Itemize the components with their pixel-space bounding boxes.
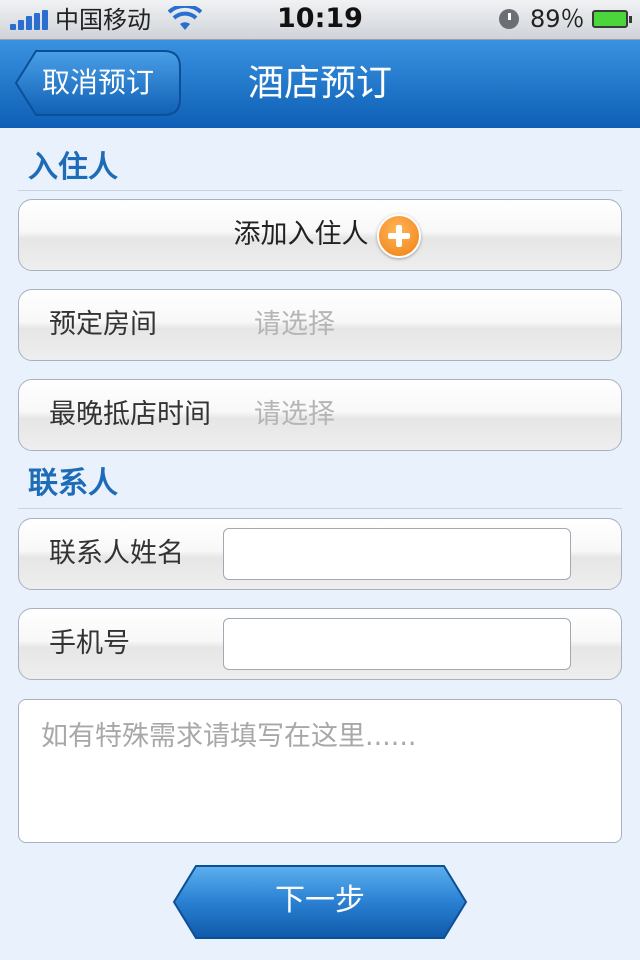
next-step-button[interactable]: 下一步	[172, 864, 468, 940]
status-bar: 中国移动 10:19 89％	[0, 0, 640, 40]
phone-row: 手机号	[18, 608, 622, 680]
clock-icon	[499, 9, 519, 29]
battery-percent: 89％	[530, 5, 585, 33]
arrival-time-select-row[interactable]: 最晚抵店时间 请选择	[18, 379, 622, 451]
nav-bar: 取消预订 酒店预订	[0, 40, 640, 128]
next-step-label: 下一步	[275, 883, 365, 918]
section-heading-contact: 联系人	[28, 466, 118, 501]
contact-name-input[interactable]	[223, 528, 571, 580]
page-title: 酒店预订	[247, 63, 392, 104]
room-label: 预定房间	[49, 309, 157, 340]
phone-input[interactable]	[223, 618, 571, 670]
special-requests-textarea[interactable]	[18, 699, 622, 843]
section-divider	[18, 508, 622, 509]
phone-label: 手机号	[49, 628, 130, 659]
room-select-row[interactable]: 预定房间 请选择	[18, 289, 622, 361]
contact-name-row: 联系人姓名	[18, 518, 622, 590]
arrival-time-label: 最晚抵店时间	[49, 399, 211, 430]
contact-name-label: 联系人姓名	[49, 538, 184, 569]
arrival-time-placeholder: 请选择	[254, 399, 335, 430]
section-divider	[18, 190, 622, 191]
battery-icon	[592, 10, 632, 28]
section-heading-guests: 入住人	[28, 150, 118, 185]
room-placeholder: 请选择	[254, 309, 335, 340]
add-guest-label: 添加入住人	[233, 219, 369, 250]
plus-circle-icon	[377, 214, 421, 258]
add-guest-button[interactable]: 添加入住人	[18, 199, 622, 271]
